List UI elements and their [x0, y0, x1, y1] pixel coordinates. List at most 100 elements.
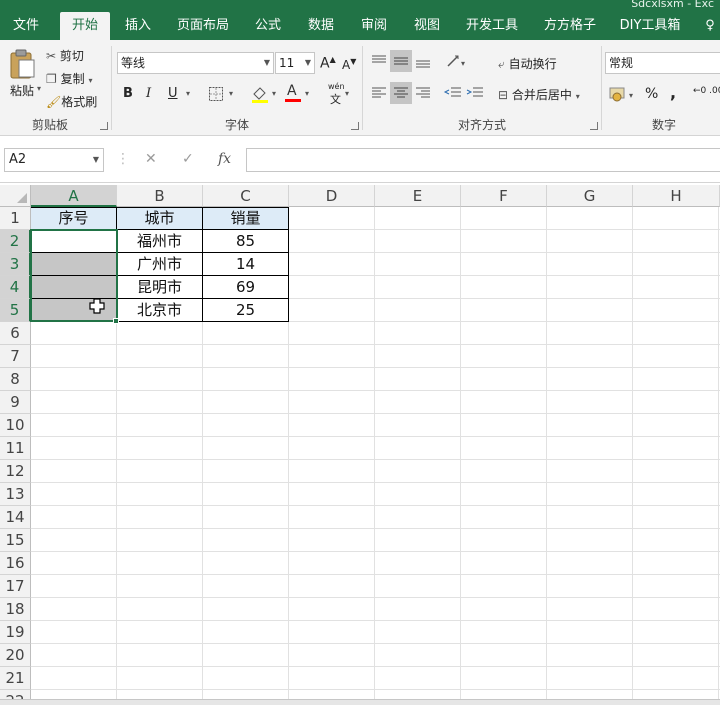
- row-header-7[interactable]: 7: [0, 345, 31, 368]
- row-header-16[interactable]: 16: [0, 552, 31, 575]
- cell-c1[interactable]: 销量: [203, 207, 289, 230]
- cell-c3[interactable]: 14: [203, 253, 289, 276]
- row-header-10[interactable]: 10: [0, 414, 31, 437]
- orientation-icon[interactable]: ▾: [444, 50, 474, 72]
- row-header-2[interactable]: 2: [0, 230, 31, 253]
- alignment-launcher-icon[interactable]: [590, 122, 598, 130]
- row-header-6[interactable]: 6: [0, 322, 31, 345]
- cell-c5[interactable]: 25: [203, 299, 289, 322]
- tab-view[interactable]: 视图: [407, 12, 447, 40]
- tab-file[interactable]: 文件: [0, 12, 52, 40]
- cell-c2[interactable]: 85: [203, 230, 289, 253]
- row-header-12[interactable]: 12: [0, 460, 31, 483]
- tab-tell-me[interactable]: ♀: [700, 12, 720, 40]
- tab-data[interactable]: 数据: [301, 12, 341, 40]
- cell-b2[interactable]: 福州市: [117, 230, 203, 253]
- row-header-8[interactable]: 8: [0, 368, 31, 391]
- row-header-5[interactable]: 5: [0, 299, 31, 322]
- copy-button[interactable]: ❐ 复制 ▾: [46, 70, 92, 87]
- grow-font-button[interactable]: A▲: [320, 55, 336, 72]
- column-header-c[interactable]: C: [203, 185, 289, 207]
- row-header-18[interactable]: 18: [0, 598, 31, 621]
- column-header-g[interactable]: G: [547, 185, 633, 207]
- row-header-15[interactable]: 15: [0, 529, 31, 552]
- accounting-format-icon[interactable]: ▾: [608, 84, 638, 104]
- row-header-19[interactable]: 19: [0, 621, 31, 644]
- row-header-4[interactable]: 4: [0, 276, 31, 299]
- cut-button[interactable]: ✂ 剪切: [46, 47, 84, 64]
- tab-page-layout[interactable]: 页面布局: [170, 12, 236, 40]
- row-header-21[interactable]: 21: [0, 667, 31, 690]
- fill-handle[interactable]: [113, 318, 119, 324]
- tab-insert[interactable]: 插入: [118, 12, 158, 40]
- row-header-13[interactable]: 13: [0, 483, 31, 506]
- cell-b3[interactable]: 广州市: [117, 253, 203, 276]
- row-header-20[interactable]: 20: [0, 644, 31, 667]
- percent-style-button[interactable]: %: [645, 86, 658, 102]
- number-format-select[interactable]: 常规: [605, 52, 720, 74]
- increase-indent-icon[interactable]: [464, 82, 486, 104]
- cell-b1[interactable]: 城市: [117, 207, 203, 230]
- tab-developer[interactable]: 开发工具: [459, 12, 525, 40]
- cell-c4[interactable]: 69: [203, 276, 289, 299]
- fill-color-icon[interactable]: [250, 84, 270, 104]
- border-dropdown-icon[interactable]: ▾: [229, 89, 233, 98]
- paste-icon[interactable]: [8, 48, 38, 80]
- worksheet-grid[interactable]: A B C D E F G H 1 2 3 4 5 6 7 8 9 10 11 …: [0, 185, 720, 700]
- border-icon[interactable]: [208, 86, 224, 102]
- column-header-a[interactable]: A: [31, 185, 117, 207]
- bold-button[interactable]: B: [123, 86, 133, 101]
- phonetic-guide-icon[interactable]: wén 文 ▾: [325, 82, 351, 106]
- font-name-select[interactable]: 等线 ▼: [117, 52, 274, 74]
- font-launcher-icon[interactable]: [351, 122, 359, 130]
- row-header-17[interactable]: 17: [0, 575, 31, 598]
- column-header-b[interactable]: B: [117, 185, 203, 207]
- tab-home[interactable]: 开始: [60, 12, 110, 40]
- merge-center-button[interactable]: ⊟ 合并后居中 ▾: [498, 86, 580, 103]
- align-right-icon[interactable]: [412, 82, 434, 104]
- select-all-button[interactable]: [0, 185, 31, 207]
- italic-button[interactable]: I: [146, 86, 151, 101]
- underline-dropdown-icon[interactable]: ▾: [186, 89, 190, 98]
- row-header-14[interactable]: 14: [0, 506, 31, 529]
- tab-diy-toolbox[interactable]: DIY工具箱: [615, 12, 685, 40]
- font-size-select[interactable]: 11 ▼: [275, 52, 315, 74]
- column-header-f[interactable]: F: [461, 185, 547, 207]
- paste-button[interactable]: 粘贴: [10, 82, 34, 99]
- paste-dropdown-icon[interactable]: ▾: [37, 84, 41, 93]
- column-header-e[interactable]: E: [375, 185, 461, 207]
- wrap-text-button[interactable]: ⤶ 自动换行: [498, 55, 557, 72]
- tab-fangfang[interactable]: 方方格子: [537, 12, 603, 40]
- cell-b5[interactable]: 北京市: [117, 299, 203, 322]
- cancel-icon[interactable]: ✕: [145, 151, 157, 167]
- align-bottom-icon[interactable]: [412, 50, 434, 72]
- enter-icon[interactable]: ✓: [182, 151, 194, 167]
- comma-style-button[interactable]: ,: [670, 83, 676, 102]
- column-header-d[interactable]: D: [289, 185, 375, 207]
- insert-function-icon[interactable]: fx: [218, 151, 231, 167]
- shrink-font-button[interactable]: A▼: [342, 57, 356, 72]
- align-top-icon[interactable]: [368, 50, 390, 72]
- row-header-11[interactable]: 11: [0, 437, 31, 460]
- underline-button[interactable]: U: [168, 86, 178, 101]
- row-header-1[interactable]: 1: [0, 207, 31, 230]
- font-color-dropdown-icon[interactable]: ▾: [305, 89, 309, 98]
- name-box[interactable]: A2 ▼: [4, 148, 104, 172]
- tab-review[interactable]: 审阅: [354, 12, 394, 40]
- align-center-icon[interactable]: [390, 82, 412, 104]
- row-header-9[interactable]: 9: [0, 391, 31, 414]
- column-header-h[interactable]: H: [633, 185, 720, 207]
- tab-formulas[interactable]: 公式: [248, 12, 288, 40]
- row-header-3[interactable]: 3: [0, 253, 31, 276]
- decrease-indent-icon[interactable]: [442, 82, 464, 104]
- cell-b4[interactable]: 昆明市: [117, 276, 203, 299]
- align-left-icon[interactable]: [368, 82, 390, 104]
- fill-color-dropdown-icon[interactable]: ▾: [272, 89, 276, 98]
- format-painter-button[interactable]: 🖌格式刷: [46, 93, 97, 110]
- cell-a1[interactable]: 序号: [31, 207, 117, 230]
- align-middle-icon[interactable]: [390, 50, 412, 72]
- increase-decimal-button[interactable]: ←0 .00: [693, 86, 720, 96]
- font-color-icon[interactable]: A: [284, 83, 302, 104]
- formula-input[interactable]: [246, 148, 720, 172]
- clipboard-launcher-icon[interactable]: [100, 122, 108, 130]
